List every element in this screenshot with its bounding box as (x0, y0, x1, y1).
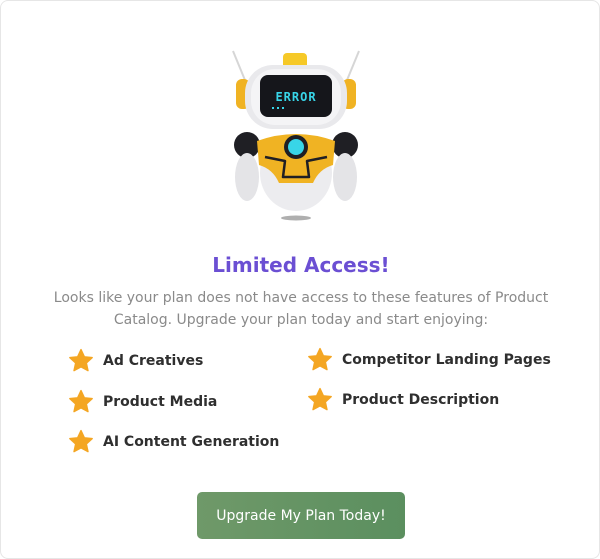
feature-item-ai-content-generation: AI Content Generation (67, 428, 279, 456)
feature-item-product-media: Product Media (67, 388, 217, 416)
feature-item-competitor-landing-pages: Competitor Landing Pages (306, 346, 551, 374)
dialog-title: Limited Access! (212, 253, 390, 277)
robot-error-illustration: ERROR (232, 50, 360, 221)
dialog-description: Looks like your plan does not have acces… (53, 290, 549, 328)
feature-item-product-description: Product Description (306, 386, 499, 414)
feature-label: AI Content Generation (103, 434, 280, 450)
robot-screen-text: ERROR (275, 90, 316, 104)
upgrade-plan-button[interactable]: Upgrade My Plan Today! (197, 492, 405, 539)
star-icon (69, 348, 93, 372)
star-icon (308, 347, 332, 371)
feature-label: Competitor Landing Pages (342, 352, 551, 368)
limited-access-dialog: ERROR Limited Access! Looks like your pl… (0, 0, 600, 559)
star-icon (69, 389, 93, 413)
feature-label: Product Media (103, 394, 218, 410)
star-icon (308, 387, 332, 411)
feature-item-ad-creatives: Ad Creatives (67, 347, 203, 375)
feature-label: Product Description (342, 392, 500, 408)
star-icon (69, 429, 93, 453)
feature-label: Ad Creatives (103, 353, 204, 369)
